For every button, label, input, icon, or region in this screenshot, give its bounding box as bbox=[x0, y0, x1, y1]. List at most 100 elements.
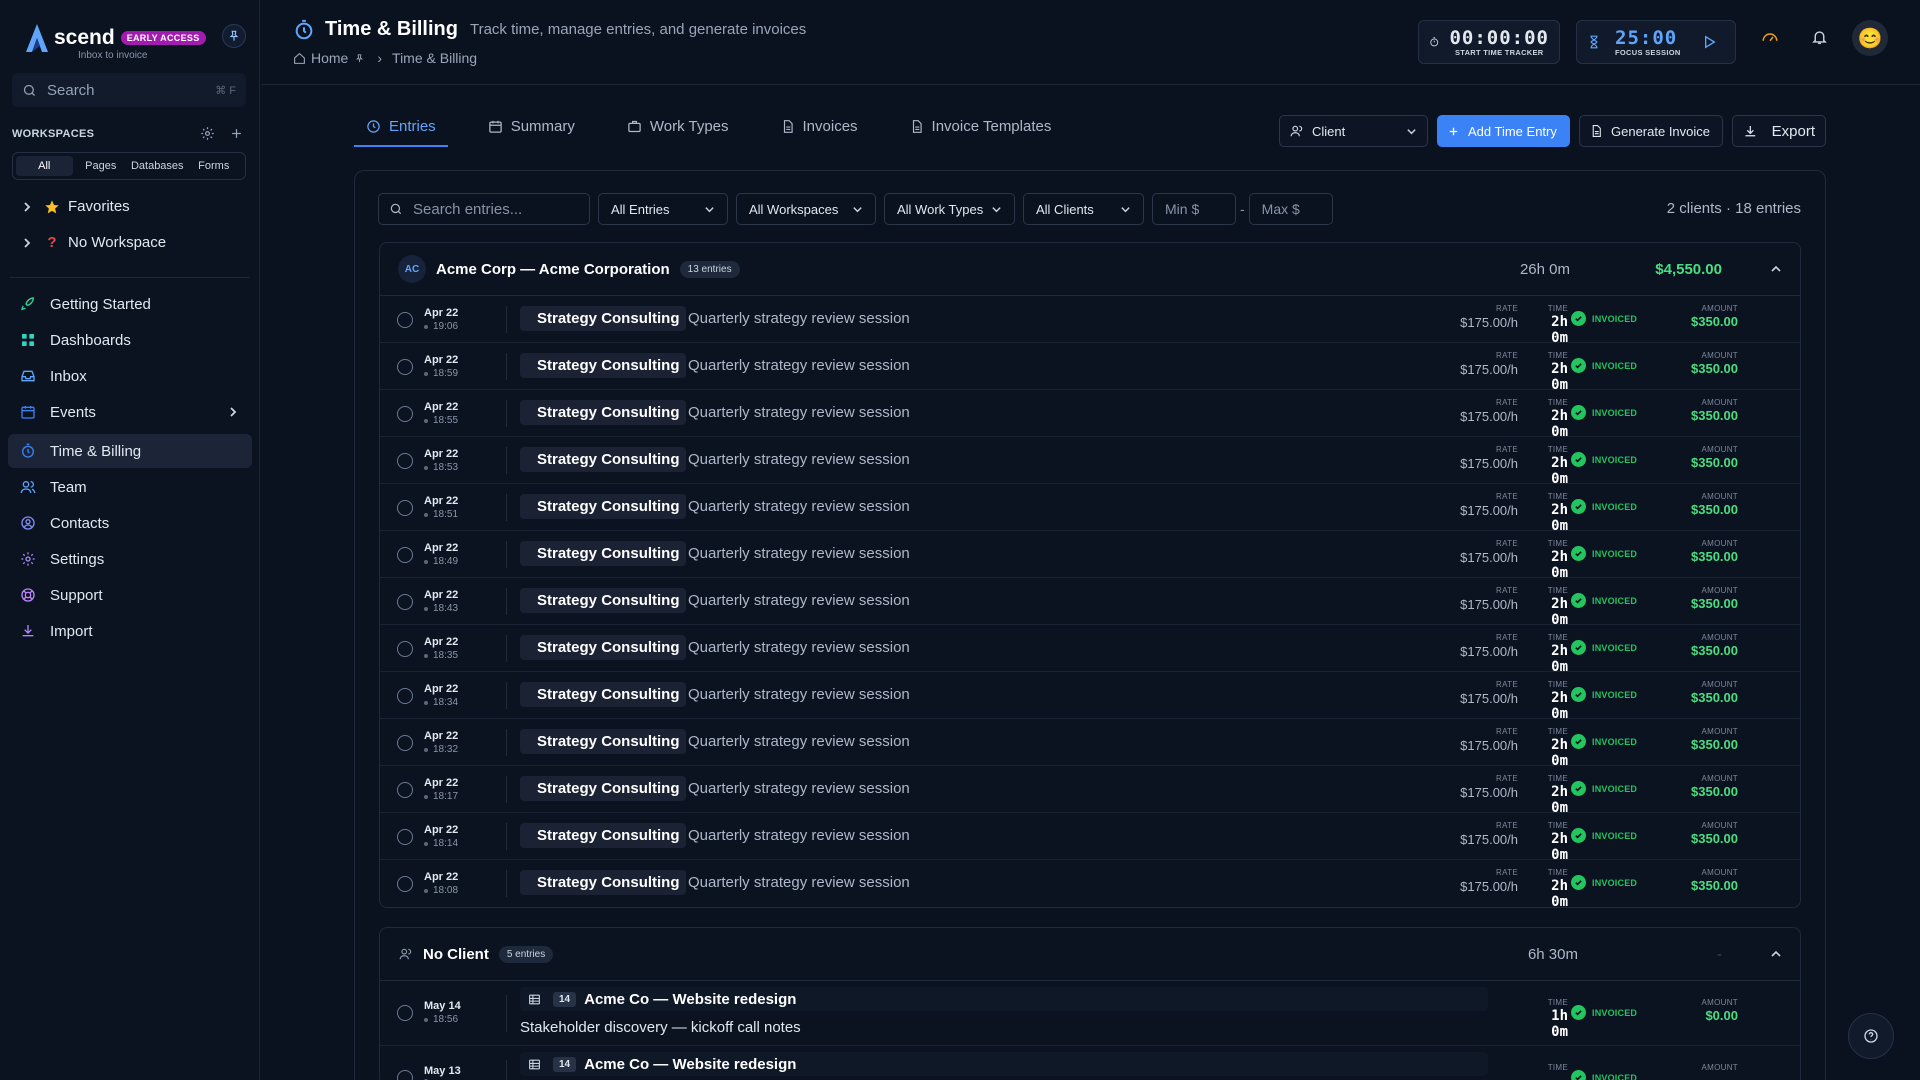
work-type-tag[interactable]: Strategy Consulting bbox=[520, 494, 686, 519]
clients-filter-select[interactable]: All Clients bbox=[1023, 193, 1144, 225]
work-type-tag[interactable]: Strategy Consulting bbox=[520, 400, 686, 425]
work-type-tag[interactable]: Strategy Consulting bbox=[520, 729, 686, 754]
work-type-tag[interactable]: Strategy Consulting bbox=[520, 353, 686, 378]
ws-tab-pages[interactable]: Pages bbox=[73, 156, 130, 176]
tab-summary[interactable]: Summary bbox=[476, 110, 587, 145]
sidebar-item-team[interactable]: Team bbox=[8, 470, 252, 504]
row-checkbox[interactable] bbox=[397, 500, 413, 516]
pin-sidebar-button[interactable] bbox=[222, 24, 246, 48]
tree-item-no-workspace[interactable]: ? No Workspace bbox=[22, 234, 166, 251]
time-entry-row[interactable]: Apr 22 18:43 Strategy Consulting Quarterly … bbox=[380, 578, 1800, 628]
entry-duration: TIME 2h 0m bbox=[1530, 539, 1568, 581]
work-type-tag[interactable]: Strategy Consulting bbox=[520, 776, 686, 801]
chevron-up-icon[interactable] bbox=[1770, 948, 1782, 960]
work-type-tag[interactable]: Strategy Consulting bbox=[520, 682, 686, 707]
project-tag[interactable]: 14 Acme Co — Website redesign bbox=[520, 1052, 1488, 1076]
work-type-tag[interactable]: Strategy Consulting bbox=[520, 306, 686, 331]
row-checkbox[interactable] bbox=[397, 1070, 413, 1080]
tab-invoice-templates[interactable]: Invoice Templates bbox=[898, 110, 1064, 145]
work-type-tag[interactable]: Strategy Consulting bbox=[520, 588, 686, 613]
entries-search-input[interactable] bbox=[413, 200, 573, 218]
tab-work-types[interactable]: Work Types bbox=[615, 110, 741, 145]
row-checkbox[interactable] bbox=[397, 312, 413, 328]
work-type-tag[interactable]: Strategy Consulting bbox=[520, 635, 686, 660]
generate-invoice-button[interactable]: Generate Invoice bbox=[1579, 115, 1723, 147]
work-type-tag[interactable]: Strategy Consulting bbox=[520, 541, 686, 566]
stopwatch-icon bbox=[1430, 37, 1439, 47]
tree-item-favorites[interactable]: Favorites bbox=[22, 198, 130, 215]
row-checkbox[interactable] bbox=[397, 782, 413, 798]
row-checkbox[interactable] bbox=[397, 829, 413, 845]
sidebar-item-support[interactable]: Support bbox=[8, 578, 252, 612]
row-checkbox[interactable] bbox=[397, 641, 413, 657]
time-entry-row[interactable]: May 14 18:56 14 Acme Co — Website redesign S… bbox=[380, 981, 1800, 1046]
time-entry-row[interactable]: Apr 22 18:32 Strategy Consulting Quarterly … bbox=[380, 719, 1800, 769]
gauge-icon[interactable] bbox=[1761, 28, 1779, 46]
time-entry-row[interactable]: Apr 22 18:08 Strategy Consulting Quarterly … bbox=[380, 860, 1800, 910]
time-entry-row[interactable]: Apr 22 18:55 Strategy Consulting Quarterly … bbox=[380, 390, 1800, 440]
tab-entries[interactable]: Entries bbox=[354, 110, 448, 147]
time-entry-row[interactable]: Apr 22 19:06 Strategy Consulting Quarterly … bbox=[380, 296, 1800, 346]
sidebar-item-settings[interactable]: Settings bbox=[8, 542, 252, 576]
time-entry-row[interactable]: Apr 22 18:35 Strategy Consulting Quarterly … bbox=[380, 625, 1800, 675]
brand[interactable]: scend EARLY ACCESS Inbox to invoice bbox=[24, 22, 206, 61]
time-entry-row[interactable]: Apr 22 18:53 Strategy Consulting Quarterly … bbox=[380, 437, 1800, 487]
ws-tab-forms[interactable]: Forms bbox=[186, 156, 243, 176]
chevron-up-icon[interactable] bbox=[1770, 263, 1782, 275]
project-tag[interactable]: 14 Acme Co — Website redesign bbox=[520, 987, 1488, 1011]
work-type-tag[interactable]: Strategy Consulting bbox=[520, 447, 686, 472]
play-icon[interactable] bbox=[1701, 34, 1717, 50]
row-checkbox[interactable] bbox=[397, 735, 413, 751]
row-checkbox[interactable] bbox=[397, 547, 413, 563]
row-checkbox[interactable] bbox=[397, 688, 413, 704]
work-type-tag[interactable]: Strategy Consulting bbox=[520, 870, 686, 895]
min-amount-input[interactable]: Min $ bbox=[1152, 193, 1236, 225]
row-checkbox[interactable] bbox=[397, 359, 413, 375]
start-time-tracker-button[interactable]: 00:00:00 START TIME TRACKER bbox=[1418, 20, 1560, 64]
export-button[interactable]: Export bbox=[1732, 115, 1826, 147]
time-entry-row[interactable]: Apr 22 18:14 Strategy Consulting Quarterly … bbox=[380, 813, 1800, 863]
row-checkbox[interactable] bbox=[397, 594, 413, 610]
workspaces-filter-select[interactable]: All Workspaces bbox=[736, 193, 876, 225]
row-checkbox[interactable] bbox=[397, 406, 413, 422]
time-entry-row[interactable]: Apr 22 18:49 Strategy Consulting Quarterly … bbox=[380, 531, 1800, 581]
sidebar-item-events[interactable]: Events bbox=[8, 395, 252, 429]
entries-filter-select[interactable]: All Entries bbox=[598, 193, 728, 225]
help-button[interactable] bbox=[1848, 1013, 1894, 1059]
ws-tab-all[interactable]: All bbox=[16, 156, 73, 176]
sidebar-item-getting-started[interactable]: Getting Started bbox=[8, 287, 252, 321]
avatar[interactable]: 😊 bbox=[1852, 20, 1888, 56]
search-input[interactable] bbox=[47, 81, 197, 99]
row-checkbox[interactable] bbox=[397, 876, 413, 892]
time-entry-row[interactable]: Apr 22 18:17 Strategy Consulting Quarterly … bbox=[380, 766, 1800, 816]
client-select[interactable]: Client bbox=[1279, 115, 1428, 147]
ws-tab-databases[interactable]: Databases bbox=[129, 156, 186, 176]
breadcrumb-home[interactable]: Home bbox=[311, 50, 348, 66]
sidebar-item-dashboards[interactable]: Dashboards bbox=[8, 323, 252, 357]
client-group-header[interactable]: No Client 5 entries 6h 30m - bbox=[380, 928, 1800, 981]
sidebar-item-import[interactable]: Import bbox=[8, 614, 252, 648]
work-type-tag[interactable]: Strategy Consulting bbox=[520, 823, 686, 848]
sidebar-item-contacts[interactable]: Contacts bbox=[8, 506, 252, 540]
sidebar-item-time-billing[interactable]: Time & Billing bbox=[8, 434, 252, 468]
work-types-filter-select[interactable]: All Work Types bbox=[884, 193, 1015, 225]
time-entry-row[interactable]: Apr 22 18:51 Strategy Consulting Quarterly … bbox=[380, 484, 1800, 534]
sidebar-item-inbox[interactable]: Inbox bbox=[8, 359, 252, 393]
entries-search[interactable] bbox=[378, 193, 590, 225]
row-checkbox[interactable] bbox=[397, 453, 413, 469]
breadcrumb-current[interactable]: Time & Billing bbox=[392, 50, 477, 66]
add-workspace-icon[interactable] bbox=[229, 126, 244, 141]
sidebar-search[interactable]: ⌘ F bbox=[12, 73, 246, 107]
add-time-entry-button[interactable]: Add Time Entry bbox=[1437, 115, 1570, 147]
client-group-header[interactable]: AC Acme Corp — Acme Corporation 13 entri… bbox=[380, 243, 1800, 296]
workspace-settings-icon[interactable] bbox=[200, 126, 215, 141]
bell-icon[interactable] bbox=[1811, 28, 1828, 46]
time-entry-row[interactable]: Apr 22 18:34 Strategy Consulting Quarterly … bbox=[380, 672, 1800, 722]
pin-icon[interactable] bbox=[354, 53, 365, 64]
time-entry-row[interactable]: May 13 14 Acme Co — Website redesign TIME IN… bbox=[380, 1046, 1800, 1080]
max-amount-input[interactable]: Max $ bbox=[1248, 193, 1333, 225]
row-checkbox[interactable] bbox=[397, 1005, 413, 1021]
time-entry-row[interactable]: Apr 22 18:59 Strategy Consulting Quarterly … bbox=[380, 343, 1800, 393]
tab-invoices[interactable]: Invoices bbox=[769, 110, 870, 145]
focus-session[interactable]: 25:00 FOCUS SESSION bbox=[1576, 20, 1736, 64]
